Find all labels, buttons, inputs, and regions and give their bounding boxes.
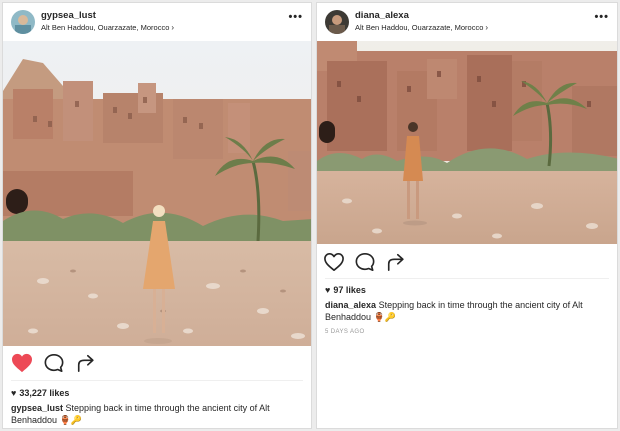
post-photo[interactable] (3, 41, 311, 346)
likes-text: 97 likes (333, 285, 366, 295)
post-username[interactable]: diana_alexa (355, 10, 409, 21)
heart-icon[interactable] (323, 252, 345, 272)
share-icon[interactable] (75, 353, 97, 373)
heart-icon: ♥ (325, 285, 331, 295)
post-location[interactable]: Alt Ben Haddou, Ouarzazate, Morocco › (355, 23, 488, 32)
post-header: diana_alexa Alt Ben Haddou, Ouarzazate, … (317, 3, 617, 41)
kasbah-photo-image (3, 41, 311, 346)
more-options-icon[interactable]: ••• (594, 12, 609, 23)
location-text: Alt Ben Haddou, Ouarzazate, Morocco (41, 23, 170, 32)
kasbah-photo-image (317, 41, 617, 244)
post-timestamp[interactable]: 5 DAYS AGO (325, 329, 365, 335)
post-caption: gypsea_lust Stepping back in time throug… (11, 402, 301, 426)
avatar[interactable] (325, 10, 349, 34)
post-card-gypsea: gypsea_lust Alt Ben Haddou, Ouarzazate, … (2, 2, 312, 429)
likes-text: 33,227 likes (19, 388, 70, 398)
post-username[interactable]: gypsea_lust (41, 10, 96, 21)
comment-icon[interactable] (43, 353, 65, 373)
post-location[interactable]: Alt Ben Haddou, Ouarzazate, Morocco › (41, 23, 174, 32)
caption-username[interactable]: diana_alexa (325, 300, 376, 310)
comment-icon[interactable] (354, 252, 376, 272)
post-actions (317, 248, 617, 276)
post-actions (3, 349, 311, 377)
heart-icon: ♥ (11, 388, 17, 398)
caption-username[interactable]: gypsea_lust (11, 403, 63, 413)
chevron-right-icon: › (485, 23, 489, 32)
divider (325, 278, 609, 279)
avatar-image (325, 10, 349, 34)
post-card-diana: diana_alexa Alt Ben Haddou, Ouarzazate, … (316, 2, 618, 429)
divider (11, 380, 303, 381)
avatar-image (11, 10, 35, 34)
avatar[interactable] (11, 10, 35, 34)
heart-icon[interactable] (11, 353, 33, 373)
likes-count[interactable]: ♥ 33,227 likes (11, 388, 69, 398)
chevron-right-icon: › (171, 23, 175, 32)
post-caption: diana_alexa Stepping back in time throug… (325, 299, 607, 323)
more-options-icon[interactable]: ••• (288, 12, 303, 23)
share-icon[interactable] (385, 252, 407, 272)
post-photo[interactable] (317, 41, 617, 244)
location-text: Alt Ben Haddou, Ouarzazate, Morocco (355, 23, 484, 32)
post-header: gypsea_lust Alt Ben Haddou, Ouarzazate, … (3, 3, 311, 41)
likes-count[interactable]: ♥ 97 likes (325, 285, 366, 295)
